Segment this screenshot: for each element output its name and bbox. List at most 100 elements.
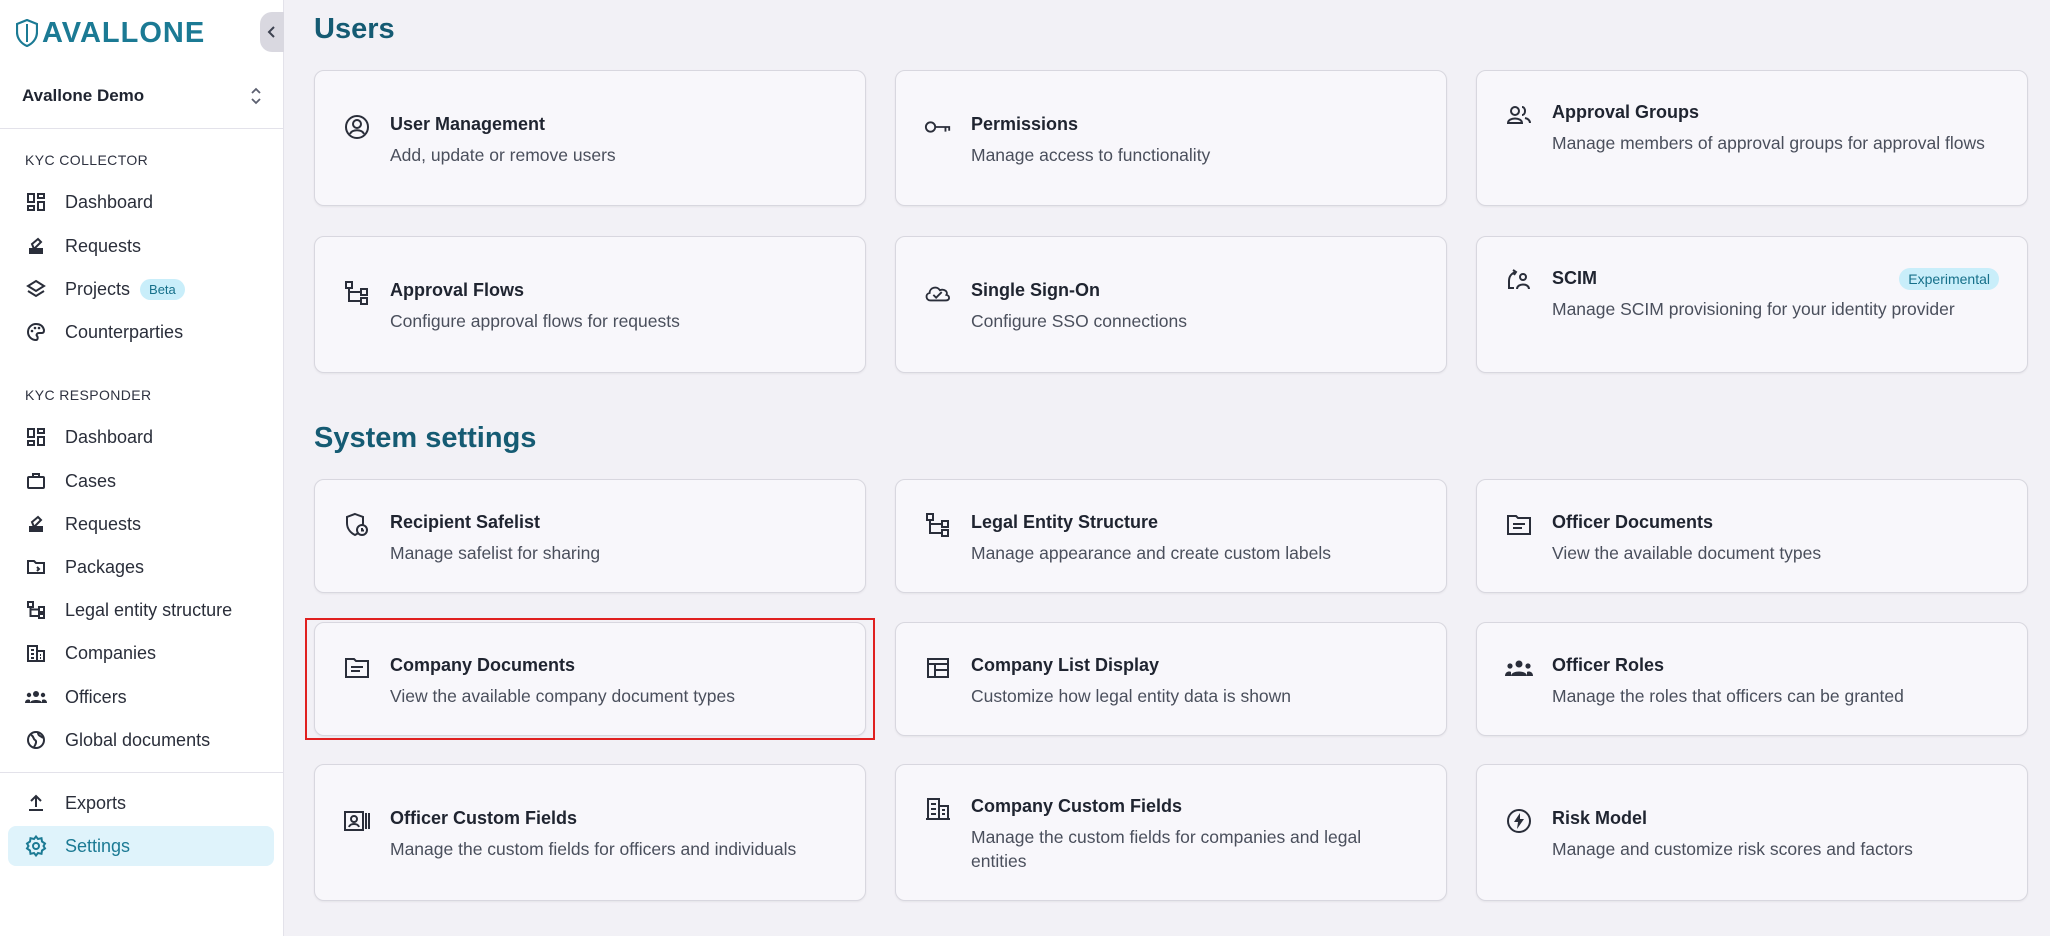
card-approval-flows[interactable]: Approval Flows Configure approval flows … (314, 236, 866, 373)
card-title: Recipient Safelist (390, 512, 541, 532)
sidebar-item-label: Settings (65, 835, 131, 856)
chevron-left-icon (267, 25, 277, 39)
sidebar-item-label: Exports (65, 792, 127, 813)
layers-icon (24, 277, 48, 301)
sidebar-item-label: Global documents (65, 729, 211, 750)
sidebar: AVALLONE Avallone Demo KYC COLLECTOR Das… (0, 0, 284, 936)
card-user-management[interactable]: User Management Add, update or remove us… (314, 70, 866, 206)
sidebar-item-legal-entity-structure[interactable]: Legal entity structure (8, 590, 274, 630)
org-switcher[interactable]: Avallone Demo (22, 80, 262, 112)
sidebar-item-collector-requests[interactable]: Requests (8, 226, 274, 266)
card-title: Single Sign-On (971, 280, 1100, 300)
card-title: Permissions (971, 114, 1079, 134)
stamp-icon (24, 512, 48, 536)
sidebar-item-companies[interactable]: Companies (8, 633, 274, 673)
card-description: Manage and customize risk scores and fac… (1552, 839, 1913, 859)
card-description: Configure approval flows for requests (390, 311, 680, 331)
card-description: Manage the roles that officers can be gr… (1552, 686, 1904, 706)
card-description: Customize how legal entity data is shown (971, 686, 1292, 706)
card-legal-entity-structure[interactable]: Legal Entity Structure Manage appearance… (895, 479, 1447, 593)
sidebar-item-label: Projects (65, 278, 131, 299)
brand-logo[interactable]: AVALLONE (16, 16, 205, 50)
people-icon (24, 685, 48, 709)
card-permissions[interactable]: Permissions Manage access to functionali… (895, 70, 1447, 206)
sidebar-item-label: Cases (65, 470, 117, 491)
briefcase-icon (24, 469, 48, 493)
sidebar-item-packages[interactable]: Packages (8, 547, 274, 587)
card-title: Officer Documents (1552, 512, 1714, 532)
main-content: Users User Management Add, update or rem… (284, 0, 2050, 936)
sidebar-item-cases[interactable]: Cases (8, 461, 274, 501)
card-recipient-safelist[interactable]: Recipient Safelist Manage safelist for s… (314, 479, 866, 593)
highlight-box (305, 618, 875, 740)
logo-text: AVALLONE (42, 16, 206, 49)
sidebar-item-exports[interactable]: Exports (8, 783, 274, 823)
sync-user-icon (1505, 267, 1533, 295)
sidebar-item-settings[interactable]: Settings (8, 826, 274, 866)
sidebar-item-responder-dashboard[interactable]: Dashboard (8, 417, 274, 457)
card-scim[interactable]: SCIM Manage SCIM provisioning for your i… (1476, 236, 2028, 373)
card-title: Company List Display (971, 655, 1160, 675)
beta-badge: Beta (140, 278, 185, 300)
card-title: User Management (390, 114, 546, 134)
upload-icon (24, 791, 48, 815)
card-title: Officer Custom Fields (390, 808, 578, 828)
stamp-icon (24, 234, 48, 258)
tree-icon (924, 511, 952, 539)
card-title: SCIM (1552, 268, 1597, 288)
building-icon (924, 795, 952, 823)
card-description: Manage members of approval groups for ap… (1552, 133, 1985, 153)
dashboard-icon (24, 190, 48, 214)
card-risk-model[interactable]: Risk Model Manage and customize risk sco… (1476, 764, 2028, 901)
section-label-kyc-responder: KYC RESPONDER (25, 387, 152, 403)
gear-icon (24, 834, 48, 858)
people-icon (1505, 654, 1533, 682)
card-description: Manage appearance and create custom labe… (971, 543, 1331, 563)
sidebar-item-label: Officers (65, 686, 127, 707)
sidebar-item-counterparties[interactable]: Counterparties (8, 312, 274, 352)
card-description: Configure SSO connections (971, 311, 1187, 331)
sidebar-item-responder-requests[interactable]: Requests (8, 504, 274, 544)
sidebar-divider (0, 772, 284, 773)
dashboard-icon (24, 425, 48, 449)
card-description: Manage SCIM provisioning for your identi… (1552, 299, 1955, 319)
folder-icon (24, 555, 48, 579)
sidebar-item-label: Requests (65, 235, 142, 256)
card-officer-custom-fields[interactable]: Officer Custom Fields Manage the custom … (314, 764, 866, 901)
section-label-kyc-collector: KYC COLLECTOR (25, 152, 149, 168)
card-title: Risk Model (1552, 808, 1648, 828)
sidebar-item-label: Dashboard (65, 191, 154, 212)
sidebar-item-collector-dashboard[interactable]: Dashboard (8, 182, 274, 222)
shield-clock-icon (343, 511, 371, 539)
sidebar-item-label: Legal entity structure (65, 599, 233, 620)
collapse-sidebar-button[interactable] (260, 12, 284, 52)
id-card-icon (343, 807, 371, 835)
sidebar-item-global-documents[interactable]: Global documents (8, 720, 274, 760)
card-single-sign-on[interactable]: Single Sign-On Configure SSO connections (895, 236, 1447, 373)
card-company-list-display[interactable]: Company List Display Customize how legal… (895, 622, 1447, 736)
card-title: Company Custom Fields (971, 796, 1183, 816)
card-description: Manage the custom fields for officers an… (390, 839, 797, 859)
cloud-check-icon (924, 279, 952, 307)
sidebar-item-label: Requests (65, 513, 142, 534)
sidebar-item-label: Counterparties (65, 321, 184, 342)
card-company-custom-fields[interactable]: Company Custom Fields Manage the custom … (895, 764, 1447, 901)
sidebar-item-officers[interactable]: Officers (8, 677, 274, 717)
palette-icon (24, 320, 48, 344)
card-title: Approval Flows (390, 280, 525, 300)
building-icon (24, 641, 48, 665)
sidebar-divider (0, 128, 284, 129)
chevron-up-down-icon (250, 86, 262, 106)
card-description: Manage safelist for sharing (390, 543, 601, 563)
tree-icon (24, 598, 48, 622)
card-title: Approval Groups (1552, 102, 1700, 122)
card-officer-documents[interactable]: Officer Documents View the available doc… (1476, 479, 2028, 593)
sidebar-item-projects[interactable]: Projects Beta (8, 269, 274, 309)
card-approval-groups[interactable]: Approval Groups Manage members of approv… (1476, 70, 2028, 206)
globe-icon (24, 728, 48, 752)
group-icon (1505, 101, 1533, 129)
card-description: Manage the custom fields for companies a… (971, 827, 1362, 871)
card-officer-roles[interactable]: Officer Roles Manage the roles that offi… (1476, 622, 2028, 736)
folder-doc-icon (1505, 511, 1533, 539)
bolt-circle-icon (1505, 807, 1533, 835)
